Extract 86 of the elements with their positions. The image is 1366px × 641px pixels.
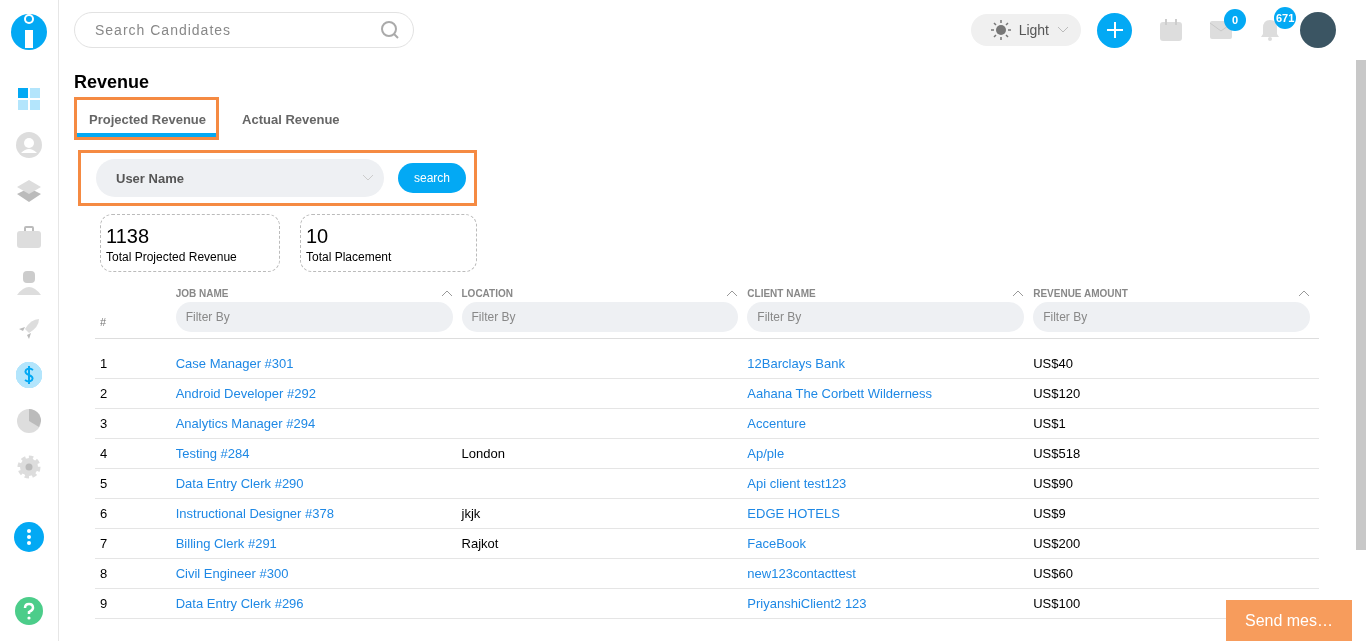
job-link[interactable]: Civil Engineer #300 (175, 566, 462, 581)
user-icon (16, 132, 42, 158)
column-header: JOB NAME (175, 288, 229, 299)
filter-field[interactable]: Filter By (747, 302, 1025, 332)
table-cell-text: US$120 (1033, 386, 1082, 401)
table-cell-text: US$1 (1033, 416, 1067, 431)
table-cell-text: 1 (99, 356, 109, 371)
chevron-down-icon (361, 174, 374, 182)
table-cell-text: 8 (99, 566, 109, 581)
table-cell-text: 9 (99, 596, 109, 611)
search-icon (380, 20, 400, 40)
table-cell-text: US$40 (1033, 356, 1074, 371)
table-cell: Rajkot (461, 536, 499, 551)
table-cell-text: 7 (99, 536, 109, 551)
notification-badge: 0 (1224, 9, 1246, 31)
rocket-icon (17, 317, 41, 341)
column-header: # (99, 316, 108, 330)
grid-icon (18, 88, 40, 110)
avatar[interactable] (1300, 12, 1336, 48)
table-cell-text: US$60 (1033, 566, 1074, 581)
briefcase-icon (17, 226, 41, 248)
stat-value: 1138 (106, 225, 150, 248)
table-cell: London (461, 446, 505, 461)
plus-icon (1105, 21, 1124, 39)
scrollbar[interactable] (1356, 60, 1366, 550)
stat-label: Total Projected Revenue (106, 250, 238, 264)
filter-field[interactable]: Filter By (461, 302, 739, 332)
gear-icon (17, 455, 41, 479)
table-cell-text: 5 (99, 476, 109, 491)
client-link[interactable]: 12Barclays Bank (747, 356, 1034, 371)
client-link[interactable]: FaceBook (747, 536, 1034, 551)
table-cell-text: 4 (99, 446, 109, 461)
job-link[interactable]: Testing #284 (175, 446, 462, 461)
client-link[interactable]: Ap/ple (747, 446, 1034, 461)
tab[interactable]: Actual Revenue (227, 97, 353, 140)
calendar-icon[interactable] (1160, 19, 1182, 41)
stat-label: Total Placement (306, 250, 393, 264)
sort-icon[interactable] (440, 290, 453, 297)
page-title: Revenue (74, 72, 151, 93)
layers-icon (17, 180, 41, 202)
chevron-down-icon (1057, 26, 1069, 34)
table-cell-text: US$200 (1033, 536, 1082, 551)
client-link[interactable]: Aahana The Corbett Wilderness (747, 386, 1034, 401)
dollar-icon (16, 362, 42, 388)
table-cell-text: 3 (99, 416, 109, 431)
sort-icon[interactable] (726, 290, 739, 297)
job-link[interactable]: Instructional Designer #378 (175, 506, 462, 521)
column-header: LOCATION (461, 288, 513, 299)
job-link[interactable]: Case Manager #301 (175, 356, 462, 371)
sort-icon[interactable] (1012, 290, 1025, 297)
client-link[interactable]: Accenture (747, 416, 1034, 431)
table-cell-text: US$90 (1033, 476, 1074, 491)
notification-badge: 671 (1274, 7, 1297, 29)
job-link[interactable]: Data Entry Clerk #290 (175, 476, 462, 491)
pie-chart-icon (17, 409, 41, 433)
search-button[interactable]: search (397, 163, 466, 193)
tab[interactable]: Projected Revenue (74, 97, 220, 140)
search-field[interactable]: Search Candidates (74, 12, 414, 48)
filter-field[interactable]: Filter By (1033, 302, 1310, 332)
more-icon[interactable] (14, 522, 44, 552)
job-link[interactable]: Data Entry Clerk #296 (175, 596, 462, 611)
table-cell-text: US$518 (1033, 446, 1082, 461)
theme-dropdown[interactable]: Light (970, 14, 1081, 46)
column-header: REVENUE AMOUNT (1033, 288, 1128, 299)
client-link[interactable]: PriyanshiClient2 123 (747, 596, 1034, 611)
client-link[interactable]: Api client test123 (747, 476, 1034, 491)
table-cell-text: US$9 (1033, 506, 1067, 521)
client-link[interactable]: new123contacttest (747, 566, 1034, 581)
person-icon (17, 271, 41, 295)
user-name-dropdown[interactable]: User Name (96, 159, 384, 197)
table-cell-text: 6 (99, 506, 109, 521)
job-link[interactable]: Android Developer #292 (175, 386, 462, 401)
sort-icon[interactable] (1298, 290, 1310, 297)
sun-icon (990, 20, 1011, 40)
job-link[interactable]: Billing Clerk #291 (175, 536, 462, 551)
client-link[interactable]: EDGE HOTELS (747, 506, 1034, 521)
table-cell: jkjk (461, 506, 481, 521)
table-cell-text: US$100 (1033, 596, 1082, 611)
job-link[interactable]: Analytics Manager #294 (175, 416, 462, 431)
add-button[interactable] (1097, 12, 1132, 48)
filter-field[interactable]: Filter By (175, 302, 453, 332)
table-cell-text: 2 (99, 386, 109, 401)
send-message-button[interactable]: Send mes… (1226, 600, 1352, 641)
stat-value: 10 (306, 225, 330, 248)
column-header: CLIENT NAME (747, 288, 816, 299)
help-icon[interactable] (15, 597, 43, 625)
